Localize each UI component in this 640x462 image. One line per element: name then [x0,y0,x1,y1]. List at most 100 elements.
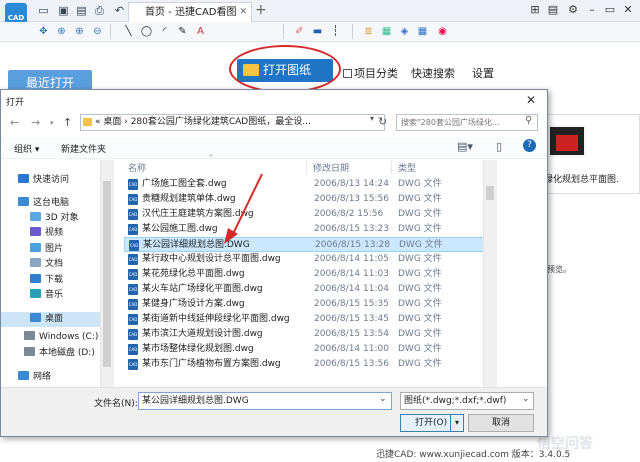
file-list-scrollbar-thumb[interactable] [486,186,494,200]
project-classify-toggle[interactable]: 项目分类 [343,65,398,81]
nav-item-windows-c[interactable]: Windows (C:) [24,330,98,345]
column-name-header[interactable]: 名称 [128,161,146,174]
nav-item-network[interactable]: 网络 [18,370,51,385]
checkbox-icon[interactable] [343,69,352,78]
ruler-icon[interactable]: ┆ [329,25,342,38]
eraser-icon[interactable]: ✐ [293,25,306,38]
dwg-file-icon: CAD [128,254,138,265]
help-icon[interactable]: ? [523,139,536,152]
toolbar-divider [352,24,353,39]
nav-item-downloads[interactable]: 下载 [30,273,63,288]
pencil-icon[interactable]: ✎ [176,25,189,38]
nav-item-documents[interactable]: 文档 [30,257,63,272]
file-name: 某市滨江大道规划设计图.dwg [142,329,263,339]
file-row[interactable]: CAD 贵糖规划建筑单体.dwg 2006/8/13 15:56 DWG 文件 [124,192,484,207]
dialog-close-icon[interactable]: ✕ [526,93,536,107]
column-divider[interactable] [306,160,307,174]
maximize-icon[interactable]: ▭ [603,3,617,17]
dwg-file-icon: CAD [128,314,138,325]
text-icon[interactable]: A [194,25,207,38]
tab-home[interactable]: 首页 - 迅捷CAD看图 ✕ [128,2,252,22]
file-row[interactable]: CAD 广场施工图全套.dwg 2006/8/13 14:24 DWG 文件 [124,177,484,192]
file-row[interactable]: CAD 某市场整体绿化规划图.dwg 2006/8/14 11:00 DWG 文件 [124,342,484,357]
file-type-filter[interactable]: 图纸(*.dwg;*.dxf;*.dwf) [400,392,534,410]
file-row[interactable]: CAD 某健身广场设计方案.dwg 2006/8/15 15:35 DWG 文件 [124,297,484,312]
nav-item-this-pc[interactable]: 这台电脑 [18,196,69,211]
folder-icon[interactable]: ▭ [37,4,50,17]
file-row[interactable]: CAD 某市东门广场植物布置方案图.dwg 2006/8/15 13:56 DWG 文… [124,357,484,372]
address-path: « 桌面 › 280套公园广场绿化建筑CAD图纸，最全设... [95,117,311,127]
view-options-icon[interactable]: ▤▾ [457,140,473,153]
local-disk-d-icon [24,347,35,356]
file-row[interactable]: CAD 某公园施工图.dwg 2006/8/15 13:23 DWG 文件 [124,222,484,237]
file-row[interactable]: CAD 某街道新中线延伸段绿化平面图.dwg 2006/8/15 13:45 DWG … [124,312,484,327]
column-type-header[interactable]: 类型 [398,161,416,174]
nav-scrollbar-thumb[interactable] [103,181,111,367]
address-bar[interactable]: « 桌面 › 280套公园广场绿化建筑CAD图纸，最全设... [80,114,385,131]
cube-icon[interactable]: ◈ [398,25,411,38]
file-row[interactable]: CAD 某花苑绿化总平面图.dwg 2006/8/14 11:03 DWG 文件 [124,267,484,282]
color-wheel-icon[interactable]: ◉ [436,25,449,38]
nav-item-videos[interactable]: 视频 [30,226,63,241]
tab-close-icon[interactable]: ✕ [239,3,247,22]
zoom-window-icon[interactable]: ⊕ [55,25,68,38]
file-row[interactable]: CAD 某市滨江大道规划设计图.dwg 2006/8/15 13:54 DWG 文件 [124,327,484,342]
save-icon[interactable]: ▣ [57,4,70,17]
open-dropdown-icon[interactable]: ▾ [450,415,463,431]
recent-dropdown-icon[interactable]: ▾ [50,119,54,127]
column-divider[interactable] [391,160,392,174]
refresh-icon[interactable]: ↻ [378,115,387,128]
address-dropdown-icon[interactable]: ▾ [370,114,374,123]
pin-icon[interactable]: ⊞ [528,3,542,17]
zoom-out-icon[interactable]: ⊖ [91,25,104,38]
window-mode-icon[interactable]: ▤ [546,3,560,17]
up-arrow-icon[interactable]: ↑ [63,116,72,129]
circle-icon[interactable]: ◯ [140,25,153,38]
nav-item-music[interactable]: 音乐 [30,288,63,303]
saveas-icon[interactable]: ▤ [75,4,88,17]
column-date-header[interactable]: 修改日期 [313,161,349,174]
file-name: 某街道新中线延伸段绿化平面图.dwg [142,314,290,324]
this-pc-icon [18,197,29,206]
minimize-icon[interactable]: – [585,3,599,17]
grid-icon[interactable]: ▦ [416,25,429,38]
measure-icon[interactable]: ▬ [311,25,324,38]
zoom-in-icon[interactable]: ⊕ [73,25,86,38]
close-icon[interactable]: ✕ [621,3,635,17]
quick-search-link[interactable]: 快速搜索 [411,65,455,81]
file-row[interactable]: CAD 某火车站广场绿化平面图.dwg 2006/8/14 11:04 DWG 文件 [124,282,484,297]
undo-icon[interactable]: ↶ [113,4,126,17]
back-arrow-icon[interactable]: ← [10,116,19,129]
gear-icon[interactable]: ⚙ [566,3,580,17]
nav-item-pictures[interactable]: 图片 [30,242,63,257]
open-button[interactable]: 打开(O) ▾ [400,414,464,432]
arc-icon[interactable]: ◜ [158,25,171,38]
file-row[interactable]: CAD 某行政中心规划设计总平面图.dwg 2006/8/14 11:05 DWG 文… [124,252,484,267]
new-tab-button[interactable]: + [255,2,267,18]
file-row[interactable]: CAD 某公园详细规划总图.DWG 2006/8/15 13:28 DWG 文件 [124,237,484,252]
filter-dropdown-icon[interactable]: ⌄ [522,394,530,404]
nav-item-local-disk-d[interactable]: 本地磁盘 (D:) [24,346,95,361]
forward-arrow-icon[interactable]: → [31,116,40,129]
file-type: DWG 文件 [398,359,442,369]
preview-pane-icon[interactable]: ▯ [496,140,502,153]
new-folder-button[interactable]: 新建文件夹 [61,142,106,155]
organize-menu[interactable]: 组织 ▾ [14,142,39,155]
zoom-fit-icon[interactable]: ✥ [37,25,50,38]
search-input[interactable]: 搜索"280套公园广场绿化... [396,114,538,131]
filename-input[interactable]: 某公园详细规划总图.DWG [138,392,392,410]
layout-icon[interactable]: ▦ [380,25,393,38]
filename-dropdown-icon[interactable]: ⌄ [379,394,387,404]
print-icon[interactable]: ⎙ [93,4,106,17]
line-icon[interactable]: ╲ [122,25,135,38]
file-row[interactable]: CAD 汉代庄王庭建筑方案图.dwg 2006/8/2 15:56 DWG 文件 [124,207,484,222]
cancel-button[interactable]: 取消 [468,414,534,432]
layers-icon[interactable]: ≣ [362,25,375,38]
nav-item-3d-objects[interactable]: 3D 对象 [30,211,79,226]
file-type: DWG 文件 [398,224,442,234]
search-icon[interactable]: ⚲ [525,115,532,126]
music-icon [30,289,41,298]
settings-link[interactable]: 设置 [472,65,494,81]
nav-item-desktop[interactable]: 桌面 [30,312,63,327]
nav-item-quick-access[interactable]: 快速访问 [18,173,69,188]
